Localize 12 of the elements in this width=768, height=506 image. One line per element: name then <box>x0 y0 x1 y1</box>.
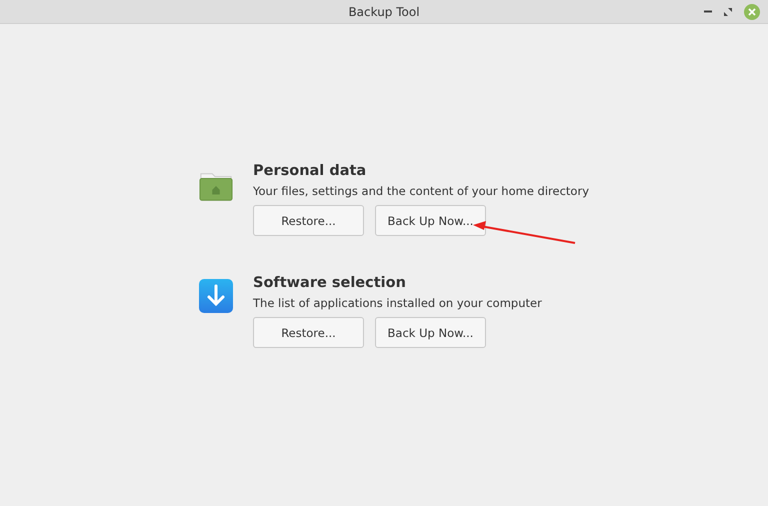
back-up-button[interactable]: Back Up Now... <box>375 205 486 236</box>
section-description: The list of applications installed on your computer <box>253 296 542 310</box>
window-title: Backup Tool <box>348 4 420 18</box>
download-icon <box>198 278 234 314</box>
section-heading: Personal data <box>253 162 368 180</box>
restore-button[interactable]: Restore... <box>253 317 364 348</box>
section-heading: Software selection <box>253 274 407 292</box>
maximize-icon[interactable] <box>724 8 732 16</box>
back-up-button[interactable]: Back Up Now... <box>375 317 486 348</box>
minimize-icon[interactable] <box>704 10 712 13</box>
section-description: Your files, settings and the content of your home directory <box>253 184 589 198</box>
restore-button[interactable]: Restore... <box>253 205 364 236</box>
